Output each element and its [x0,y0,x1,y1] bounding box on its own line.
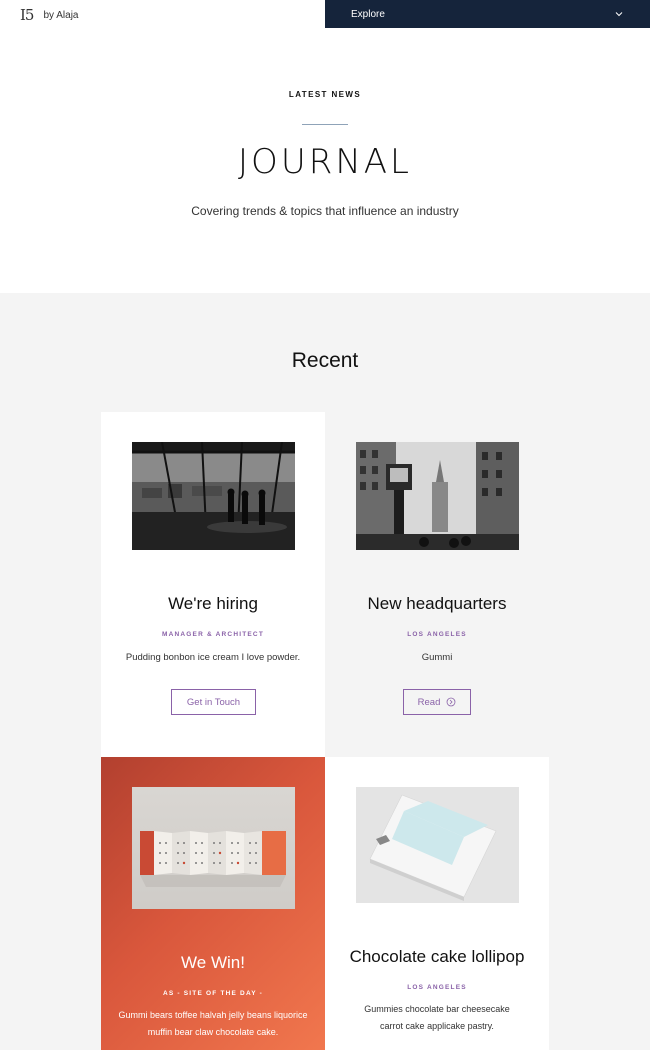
chevron-down-icon [615,12,623,17]
card-description: Pudding bonbon ice cream I love powder. [125,652,301,663]
news-card-headquarters[interactable]: New headquarters LOS ANGELES Gummi Read [325,412,549,757]
news-card-we-win[interactable]: We Win! AS - SITE OF THE DAY - Gummi bea… [101,757,325,1050]
card-tag: MANAGER & ARCHITECT [162,631,264,638]
read-button[interactable]: Read [403,689,471,715]
get-in-touch-button[interactable]: Get in Touch [171,689,256,715]
hero-eyebrow: LATEST NEWS [288,90,362,99]
card-title: New headquarters [367,594,507,613]
brand[interactable]: I5 by Alaja [20,4,79,26]
recent-title: Recent [291,349,359,372]
card-tag: LOS ANGELES [407,631,467,638]
card-description: Gummi bears toffee halvah jelly beans li… [118,1010,308,1037]
news-card-chocolate-cake[interactable]: Chocolate cake lollipop LOS ANGELES Gumm… [325,757,549,1050]
logo[interactable]: I5 [20,6,35,24]
page-title: JOURNAL [238,142,412,182]
hero-subtitle: Covering trends & topics that influence … [191,204,459,218]
card-tag: AS - SITE OF THE DAY - [162,990,264,997]
button-label: Get in Touch [186,696,241,708]
news-card-hiring[interactable]: We're hiring MANAGER & ARCHITECT Pudding… [101,412,325,757]
card-description: Gummi [421,652,453,663]
top-header: I5 by Alaja Explore [0,0,650,28]
card-title: We're hiring [168,594,258,613]
card-title: We Win! [181,953,245,972]
card-title: Chocolate cake lollipop [349,947,525,966]
button-label: Read [417,696,441,708]
hero-section: LATEST NEWS JOURNAL Covering trends & to… [0,28,650,293]
office-image [132,442,295,550]
explore-menu-button[interactable]: Explore [325,0,650,28]
card-tag: LOS ANGELES [407,984,467,991]
city-street-image [356,442,519,550]
arrow-circle-icon [446,697,456,707]
card-description: Gummies chocolate bar cheesecake carrot … [364,1004,510,1031]
hero-divider [302,124,348,125]
brand-text: by Alaja [43,9,79,21]
explore-label: Explore [351,8,385,20]
calendar-image [132,787,295,909]
recent-section: Recent We're hiring MANAGER & ARCHITECT … [0,293,650,1050]
book-image [356,787,519,903]
